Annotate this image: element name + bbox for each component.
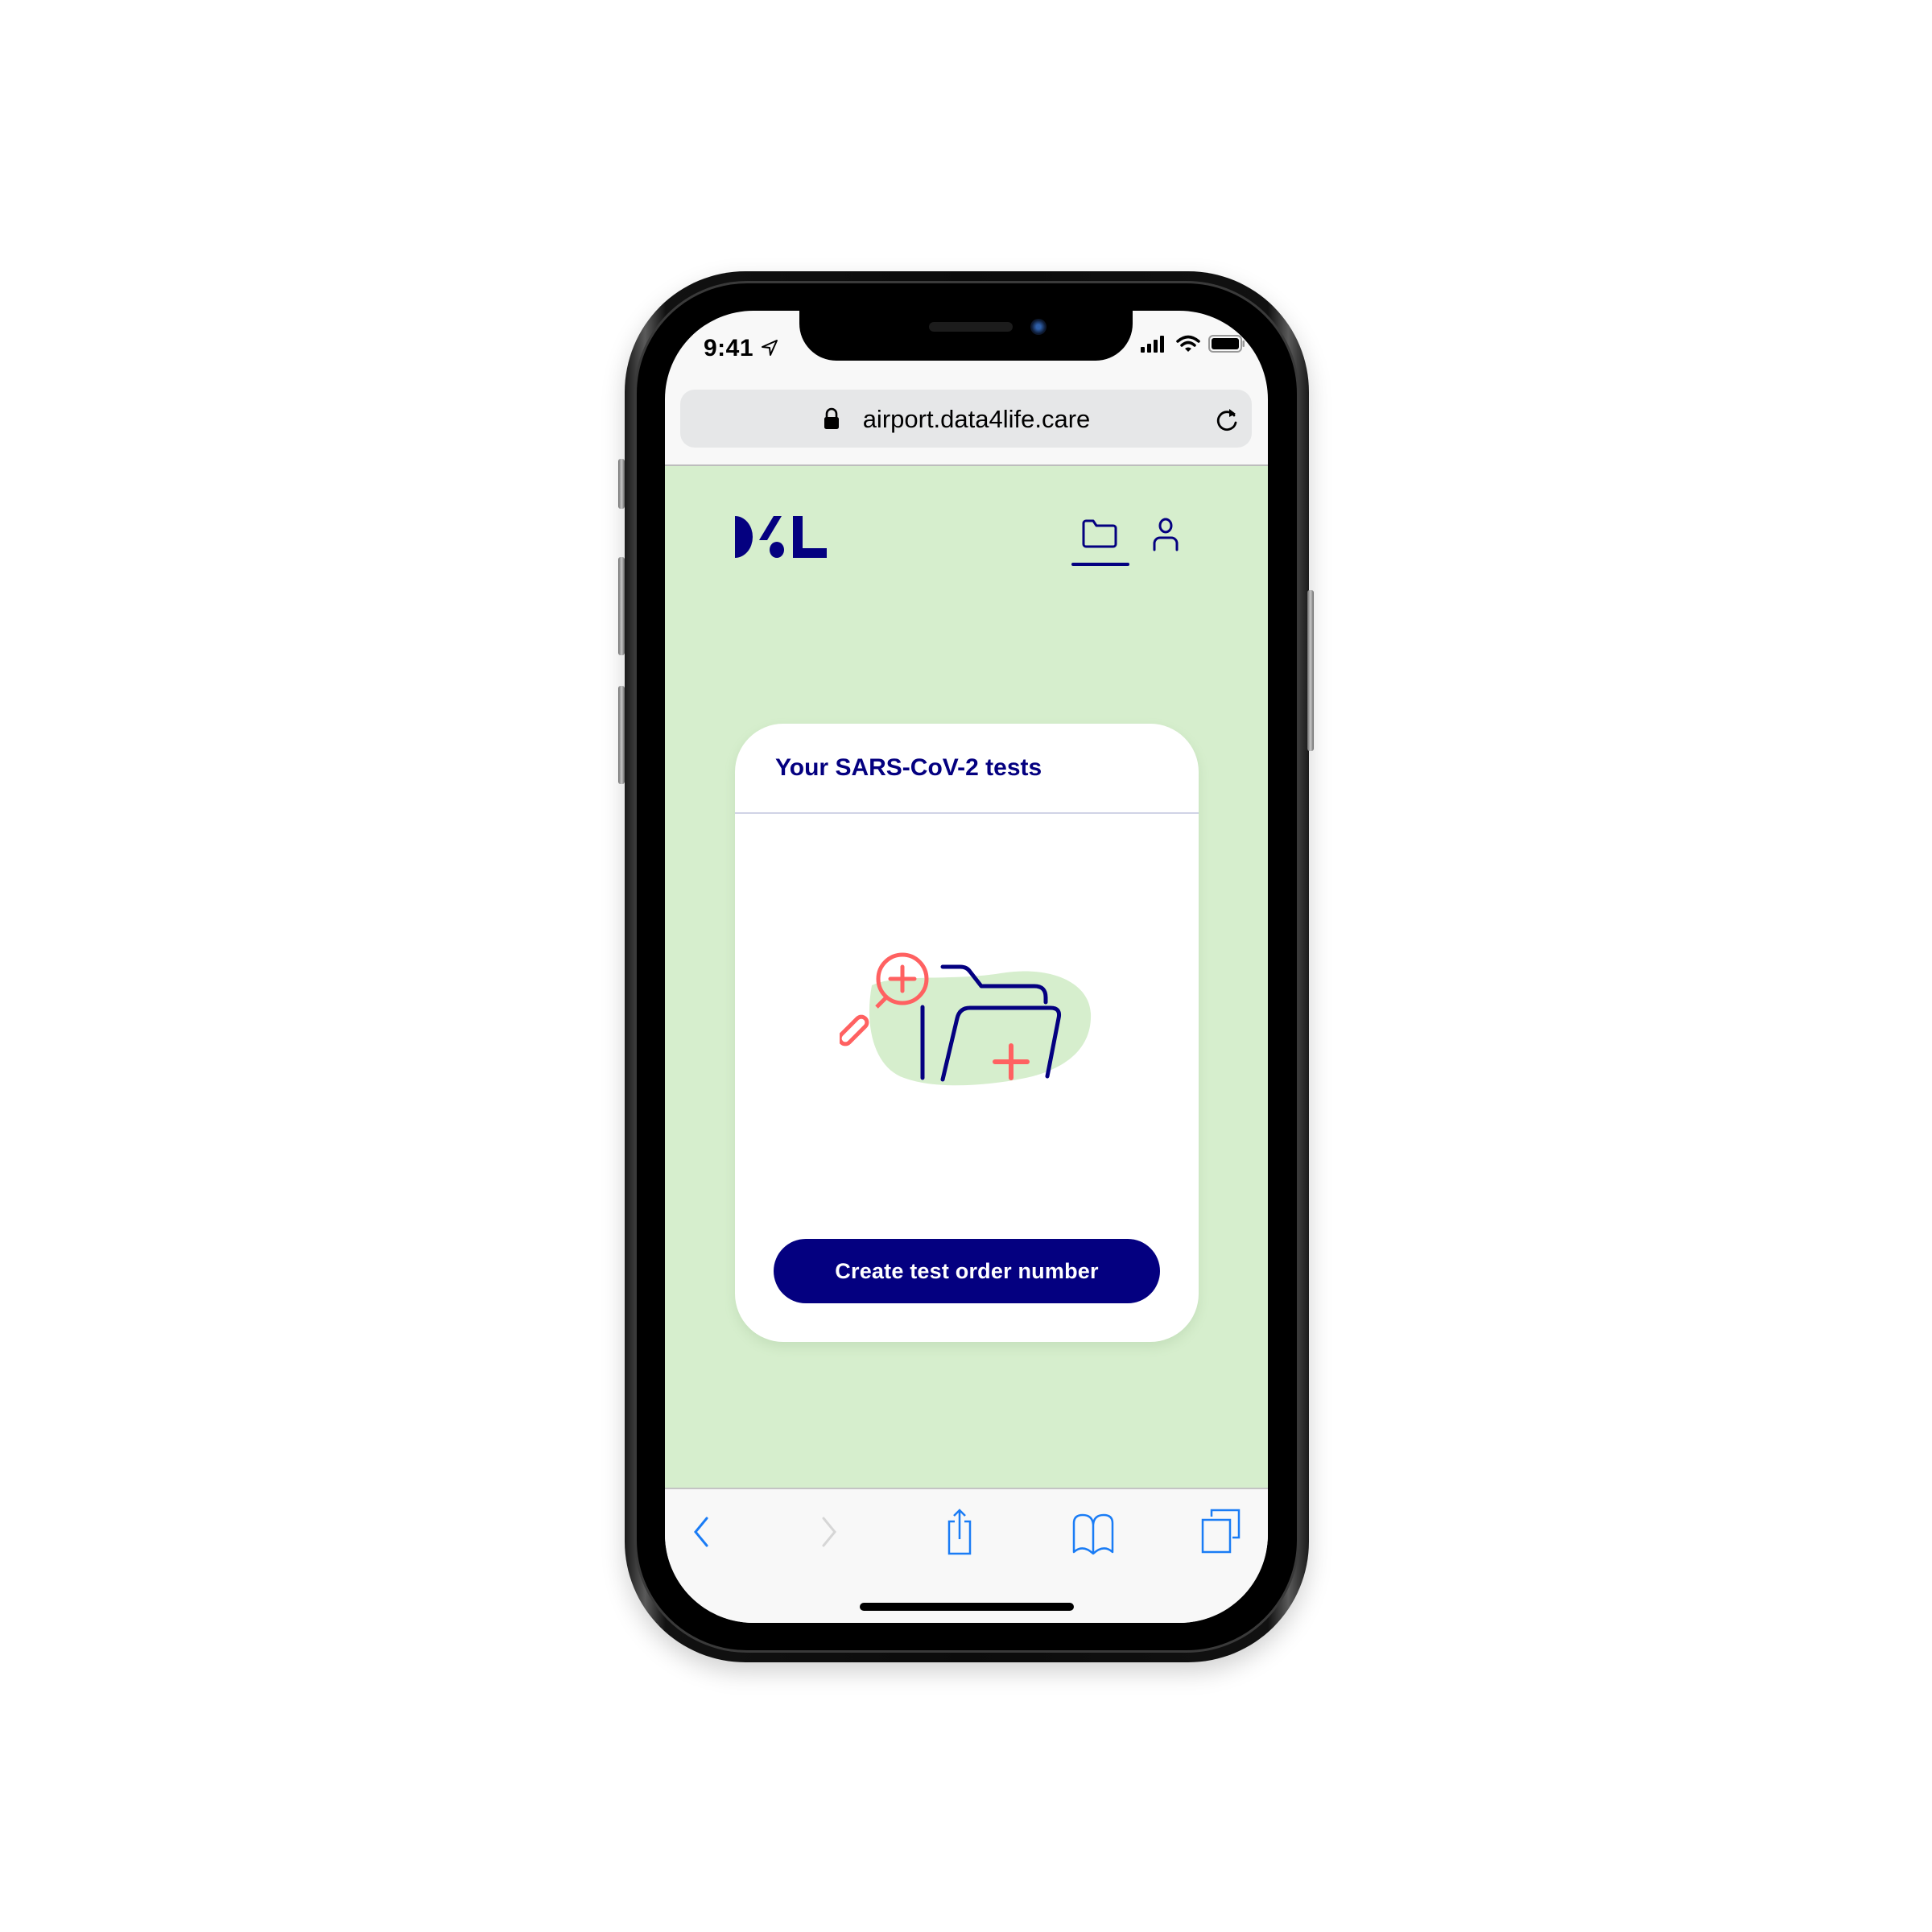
reload-icon[interactable] xyxy=(1215,406,1241,433)
chevron-left-icon[interactable] xyxy=(687,1507,716,1557)
url-text[interactable]: airport.data4life.care xyxy=(680,405,1252,434)
speaker xyxy=(929,322,1013,332)
d4l-logo[interactable]: D4L xyxy=(735,516,827,558)
user-icon[interactable] xyxy=(1148,516,1183,555)
folder-icon[interactable] xyxy=(1071,514,1129,566)
create-test-order-button[interactable]: Create test order number xyxy=(774,1239,1160,1303)
volume-up-button xyxy=(618,557,625,655)
address-bar[interactable]: airport.data4life.care xyxy=(680,390,1252,448)
share-icon[interactable] xyxy=(944,1507,976,1557)
book-icon[interactable] xyxy=(1071,1507,1115,1557)
cellular-signal-icon xyxy=(1141,336,1164,353)
power-button xyxy=(1307,590,1314,751)
battery-icon xyxy=(1208,335,1245,353)
notch xyxy=(799,311,1133,361)
phone-screen: 9:41 airport.data4life.care Your SARS-Co… xyxy=(665,311,1268,1623)
browser-toolbar xyxy=(665,1488,1268,1623)
nav-active-indicator xyxy=(1071,563,1129,566)
card-divider xyxy=(735,812,1199,814)
wifi-icon xyxy=(1176,335,1200,352)
mute-switch xyxy=(618,459,625,509)
folder-with-magnifier-illustration xyxy=(840,952,1092,1086)
web-content: D4L Your SARS-CoV-2 tests xyxy=(665,464,1268,1489)
tests-card: Your SARS-CoV-2 tests Create test order … xyxy=(735,724,1199,1342)
status-indicators xyxy=(1141,335,1245,353)
home-indicator[interactable] xyxy=(860,1603,1074,1611)
url-value: airport.data4life.care xyxy=(862,405,1091,433)
status-time: 9:41 xyxy=(704,335,754,361)
front-camera xyxy=(1030,319,1046,335)
chevron-right-icon[interactable] xyxy=(814,1507,843,1557)
card-title: Your SARS-CoV-2 tests xyxy=(775,754,1042,781)
tabs-icon[interactable] xyxy=(1200,1507,1242,1557)
location-arrow-icon xyxy=(762,340,778,356)
volume-down-button xyxy=(618,686,625,784)
